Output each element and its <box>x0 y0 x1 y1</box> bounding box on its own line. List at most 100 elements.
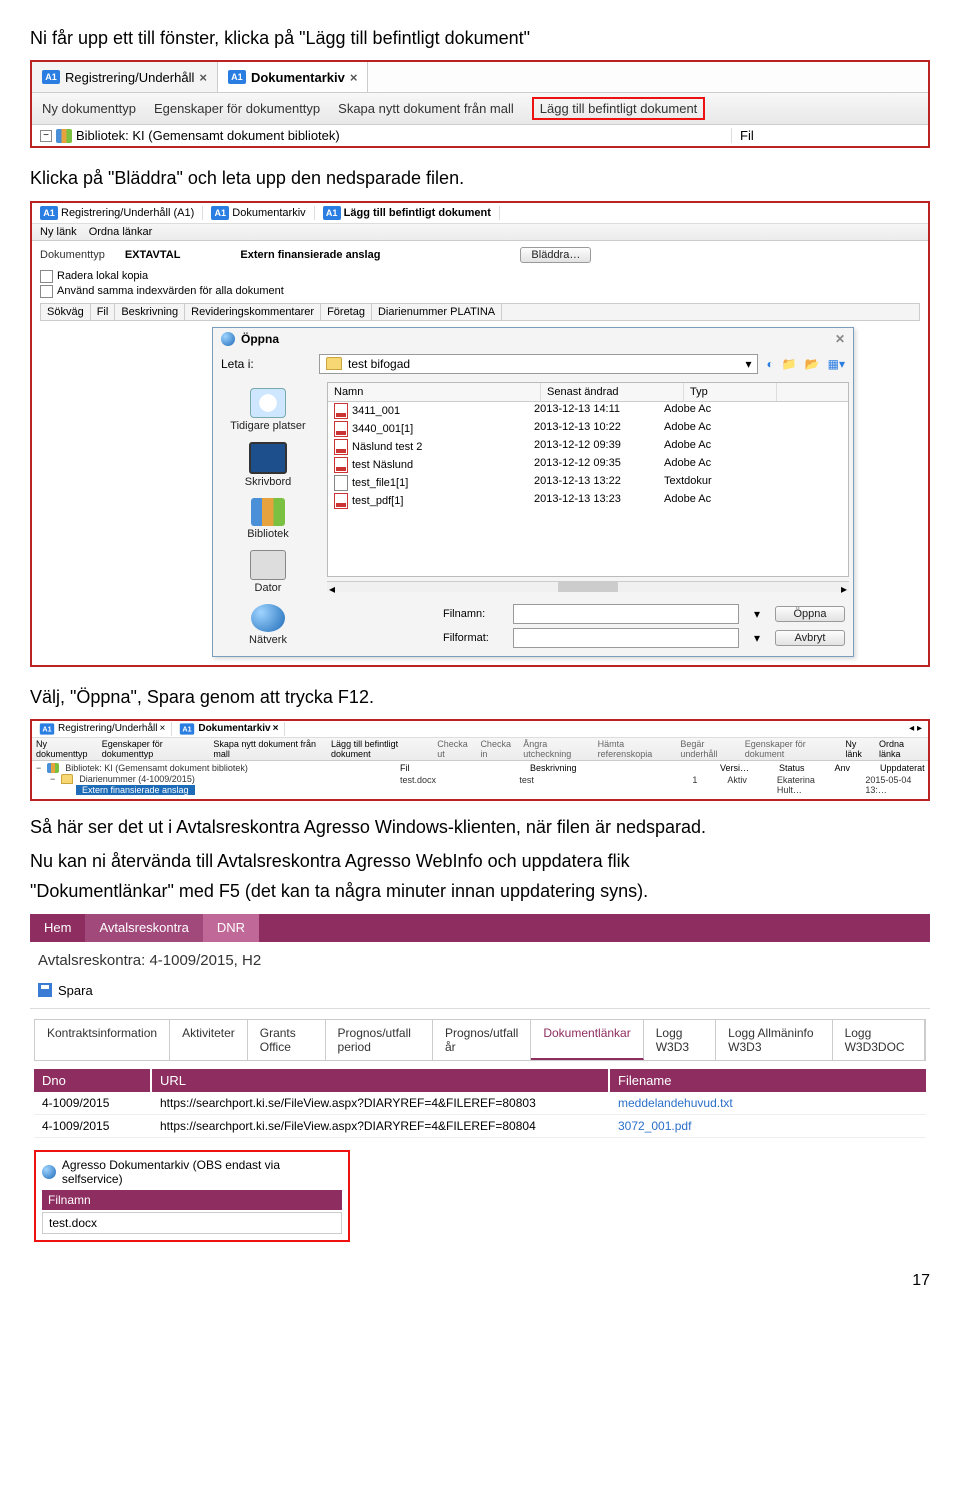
tab-logg-w3d3[interactable]: Logg W3D3 <box>644 1020 716 1060</box>
col-besk[interactable]: Beskrivning <box>530 763 690 773</box>
toolbar-properties[interactable]: Egenskaper för dokumenttyp <box>154 101 320 116</box>
column-header-fil: Fil <box>731 128 920 143</box>
tree-leaf-selected[interactable]: Extern finansierade anslag <box>76 785 195 795</box>
file-list-row[interactable]: 3411_0012013-12-13 14:11Adobe Ac <box>328 402 848 420</box>
tab-registrering[interactable]: A1 Registrering/Underhåll × <box>32 722 172 736</box>
col-url[interactable]: URL <box>152 1069 610 1092</box>
a1-badge-icon: A1 <box>42 70 60 84</box>
tree-root[interactable]: − Bibliotek: KI (Gemensamt dokument bibl… <box>36 763 396 774</box>
cell-filename-link[interactable]: 3072_001.pdf <box>610 1115 926 1137</box>
tree-root-label[interactable]: Bibliotek: KI (Gemensamt dokument biblio… <box>76 128 340 143</box>
file-list-row[interactable]: test_file1[1]2013-12-13 13:22Textdokur <box>328 474 848 492</box>
header-sokvag[interactable]: Sökväg <box>41 304 91 320</box>
place-libraries[interactable]: Bibliotek <box>247 498 289 540</box>
tab-dokumentarkiv[interactable]: A1 Dokumentarkiv × <box>218 62 369 92</box>
tab-logg-w3d3doc[interactable]: Logg W3D3DOC <box>833 1020 925 1060</box>
tab-logg-allm-ninfo-w3d3[interactable]: Logg Allmäninfo W3D3 <box>716 1020 832 1060</box>
col-fil[interactable]: Fil <box>400 763 500 773</box>
close-icon[interactable]: ✕ <box>835 332 845 346</box>
cell-fil[interactable]: test.docx <box>400 775 489 795</box>
close-icon[interactable]: × <box>199 70 207 85</box>
file-list-row[interactable]: test_pdf[1]2013-12-13 13:23Adobe Ac <box>328 492 848 510</box>
col-anv[interactable]: Anv <box>835 763 851 773</box>
crumb-dnr[interactable]: DNR <box>203 914 259 942</box>
filename-input[interactable] <box>513 604 739 624</box>
col-status[interactable]: Status <box>779 763 805 773</box>
col-date[interactable]: Senast ändrad <box>541 383 684 401</box>
tab-grants-office[interactable]: Grants Office <box>248 1020 326 1060</box>
col-filename[interactable]: Filename <box>610 1069 926 1092</box>
file-list-row[interactable]: test Näslund2013-12-12 09:35Adobe Ac <box>328 456 848 474</box>
collapse-icon[interactable]: − <box>36 763 41 773</box>
look-in-dropdown[interactable]: test bifogad ▾ <box>319 354 758 374</box>
nav-arrows[interactable]: ◂ ▸ <box>909 723 928 734</box>
place-desktop[interactable]: Skrivbord <box>245 442 291 488</box>
crumb-avtalsreskontra[interactable]: Avtalsreskontra <box>85 914 202 942</box>
cancel-button[interactable]: Avbryt <box>775 630 845 646</box>
back-icon[interactable]: ◐ <box>766 357 773 371</box>
file-list-row[interactable]: Näslund test 22013-12-12 09:39Adobe Ac <box>328 438 848 456</box>
header-foretag[interactable]: Företag <box>321 304 372 320</box>
horizontal-scrollbar[interactable]: ◂▸ <box>327 581 849 592</box>
tab-aktiviteter[interactable]: Aktiviteter <box>170 1020 248 1060</box>
close-icon[interactable]: × <box>350 70 358 85</box>
tab-registrering[interactable]: A1 Registrering/Underhåll (A1) <box>32 206 203 220</box>
toolbar-order-links[interactable]: Ordna länkar <box>89 226 153 238</box>
checkbox[interactable] <box>40 285 53 298</box>
col-name[interactable]: Namn <box>328 383 541 401</box>
checkbox[interactable] <box>40 270 53 283</box>
tab-label: Dokumentarkiv <box>232 207 305 219</box>
header-fil[interactable]: Fil <box>91 304 116 320</box>
cell-filename-link[interactable]: meddelandehuvud.txt <box>610 1092 926 1114</box>
close-icon[interactable]: × <box>273 723 279 734</box>
toolbar-order-links[interactable]: Ordna länka <box>879 739 924 759</box>
chevron-down-icon[interactable]: ▾ <box>749 631 765 645</box>
header-diarienummer[interactable]: Diarienummer PLATINA <box>372 304 502 320</box>
tree-child[interactable]: − Diarienummer (4-1009/2015) <box>36 774 396 785</box>
place-network[interactable]: Nätverk <box>249 604 287 646</box>
browse-button[interactable]: Bläddra… <box>520 247 591 263</box>
place-computer[interactable]: Dator <box>250 550 286 594</box>
col-dno[interactable]: Dno <box>34 1069 152 1092</box>
toolbar-new-link[interactable]: Ny länk <box>40 226 77 238</box>
crumb-hem[interactable]: Hem <box>30 914 85 942</box>
toolbar-create-from-template[interactable]: Skapa nytt dokument från mall <box>338 101 514 116</box>
place-recent[interactable]: Tidigare platser <box>230 388 305 432</box>
tab-dokumentl-nkar[interactable]: Dokumentlänkar <box>531 1020 643 1060</box>
toolbar-item[interactable]: Egenskaper för dokumenttyp <box>102 739 208 759</box>
toolbar-item[interactable]: Ny dokumenttyp <box>36 739 96 759</box>
tab-prognos-utfall-period[interactable]: Prognos/utfall period <box>326 1020 433 1060</box>
up-folder-icon[interactable]: 📁 <box>782 357 797 371</box>
col-upd[interactable]: Uppdaterat <box>880 763 925 773</box>
table-row: 4-1009/2015https://searchport.ki.se/File… <box>34 1092 926 1115</box>
toolbar-item[interactable]: Skapa nytt dokument från mall <box>213 739 325 759</box>
toolbar-add-existing[interactable]: Lägg till befintligt dokument <box>532 97 706 120</box>
views-icon[interactable]: ▦▾ <box>828 357 845 371</box>
toolbar-item[interactable]: Lägg till befintligt dokument <box>331 739 431 759</box>
collapse-icon[interactable]: − <box>40 130 52 142</box>
tab-registrering[interactable]: A1 Registrering/Underhåll × <box>32 62 218 92</box>
header-revidering[interactable]: Revideringskommentarer <box>185 304 321 320</box>
chevron-down-icon[interactable]: ▾ <box>749 607 765 621</box>
folder-icon <box>61 774 73 784</box>
tab-add-existing[interactable]: A1 Lägg till befintligt dokument <box>315 206 500 220</box>
col-type[interactable]: Typ <box>684 383 777 401</box>
open-button[interactable]: Öppna <box>775 606 845 622</box>
format-dropdown[interactable] <box>513 628 739 648</box>
tab-prognos-utfall-r[interactable]: Prognos/utfall år <box>433 1020 531 1060</box>
new-folder-icon[interactable]: 📂 <box>805 357 820 371</box>
close-icon[interactable]: × <box>160 723 166 734</box>
tab-dokumentarkiv[interactable]: A1 Dokumentarkiv <box>203 206 314 220</box>
col-versi[interactable]: Versi… <box>720 763 749 773</box>
tab-dokumentarkiv[interactable]: A1 Dokumentarkiv × <box>172 722 285 736</box>
header-beskrivning[interactable]: Beskrivning <box>115 304 185 320</box>
collapse-icon[interactable]: − <box>50 774 55 784</box>
library-icon <box>56 129 72 143</box>
toolbar-new-doctype[interactable]: Ny dokumenttyp <box>42 101 136 116</box>
chk-label: Radera lokal kopia <box>57 270 148 282</box>
tab-kontraktsinformation[interactable]: Kontraktsinformation <box>35 1020 170 1060</box>
toolbar-new-link[interactable]: Ny länk <box>845 739 873 759</box>
save-button[interactable]: Spara <box>58 983 93 998</box>
file-list-row[interactable]: 3440_001[1]2013-12-13 10:22Adobe Ac <box>328 420 848 438</box>
box-value[interactable]: test.docx <box>42 1212 342 1234</box>
